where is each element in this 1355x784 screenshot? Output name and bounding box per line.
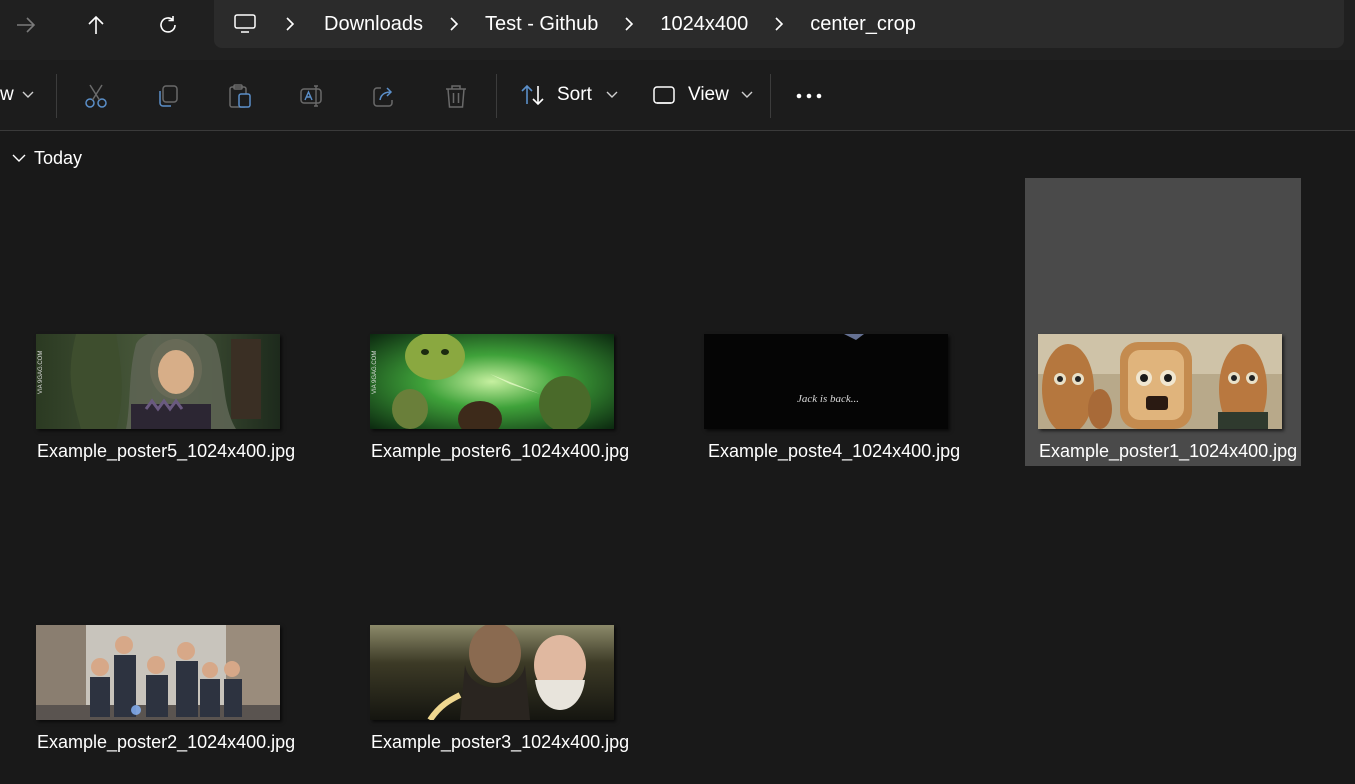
up-arrow-icon (88, 15, 104, 34)
rename-icon (300, 85, 322, 107)
file-name: Example_poster2_1024x400.jpg (37, 732, 296, 752)
this-pc-icon (234, 14, 256, 33)
sort-icon (521, 84, 544, 106)
forward-button[interactable] (8, 8, 44, 42)
chevron-right-icon (286, 17, 295, 31)
toolbar-divider (770, 74, 771, 118)
new-button-label: w (0, 84, 14, 105)
rename-button[interactable] (298, 82, 326, 110)
up-button[interactable] (78, 8, 114, 42)
thumbnail-image (36, 625, 280, 720)
breadcrumb-separator[interactable] (423, 17, 485, 31)
file-name: Example_poster1_1024x400.jpg (1039, 441, 1298, 461)
forward-arrow-icon (17, 17, 36, 33)
paste-icon (229, 84, 251, 108)
paste-button[interactable] (226, 82, 254, 110)
view-label: View (688, 84, 729, 105)
svg-text:VIA 9GAG.COM: VIA 9GAG.COM (372, 351, 378, 394)
refresh-button[interactable] (150, 8, 186, 42)
breadcrumb-center-crop[interactable]: center_crop (810, 13, 916, 36)
view-icon (653, 86, 675, 104)
group-label: Today (34, 147, 83, 168)
more-options-button[interactable] (794, 82, 824, 110)
sort-label: Sort (557, 84, 592, 105)
copy-icon (159, 85, 178, 107)
chevron-down-icon (22, 91, 34, 98)
thumbnail-caption: Jack is back... (797, 393, 859, 405)
chevron-right-icon (775, 17, 784, 31)
chevron-right-icon (450, 17, 459, 31)
thumbnail-image (370, 625, 614, 720)
title-bar: Downloads Test - Github 1024x400 center_… (0, 0, 1355, 60)
chevron-down-icon (741, 91, 753, 98)
chevron-down-icon (606, 91, 618, 98)
view-button[interactable]: View (652, 60, 753, 130)
thumbnail-image: VIA 9GAG.COM (370, 334, 614, 429)
thumbnail-image: Jack is back... (704, 334, 948, 429)
delete-button[interactable] (442, 82, 470, 110)
breadcrumb-separator[interactable] (598, 17, 660, 31)
share-icon (373, 87, 393, 107)
new-button[interactable]: w (0, 60, 34, 130)
toolbar-divider (496, 74, 497, 118)
group-header-today[interactable]: Today (12, 145, 82, 171)
address-bar[interactable]: Downloads Test - Github 1024x400 center_… (214, 0, 1344, 48)
file-name: Example_poster6_1024x400.jpg (371, 441, 630, 461)
more-options-icon (796, 93, 822, 99)
cut-icon (85, 84, 107, 108)
copy-button[interactable] (154, 82, 182, 110)
cut-button[interactable] (82, 82, 110, 110)
file-name: Example_poster3_1024x400.jpg (371, 732, 630, 752)
share-button[interactable] (370, 82, 398, 110)
refresh-icon (160, 16, 176, 33)
file-name: Example_poster5_1024x400.jpg (37, 441, 296, 461)
thumbnail-image (1038, 334, 1282, 429)
breadcrumb-separator[interactable] (276, 17, 304, 31)
toolbar-divider (56, 74, 57, 118)
thumbnail-image: VIA 9GAG.COM (36, 334, 280, 429)
breadcrumb-separator[interactable] (748, 17, 810, 31)
svg-text:VIA 9GAG.COM: VIA 9GAG.COM (38, 351, 44, 394)
this-pc-button[interactable] (214, 13, 276, 35)
delete-icon (446, 85, 466, 108)
chevron-right-icon (625, 17, 634, 31)
breadcrumb-downloads[interactable]: Downloads (324, 13, 423, 36)
chevron-down-icon (12, 154, 26, 162)
command-bar: w Sort View (0, 60, 1355, 131)
breadcrumb-1024x400[interactable]: 1024x400 (660, 13, 748, 36)
file-name: Example_poste4_1024x400.jpg (708, 441, 961, 461)
breadcrumb-test-github[interactable]: Test - Github (485, 13, 598, 36)
sort-button[interactable]: Sort (520, 60, 618, 130)
